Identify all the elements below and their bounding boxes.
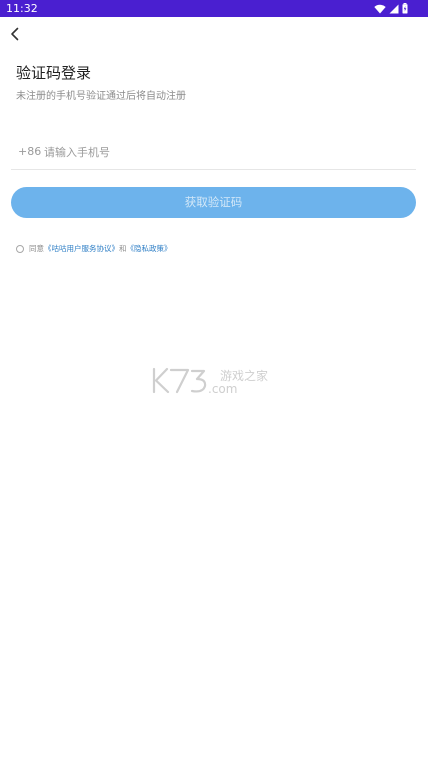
back-button[interactable]: [4, 24, 26, 46]
page-title: 验证码登录: [16, 64, 92, 82]
agree-radio[interactable]: [16, 245, 24, 253]
user-agreement-link[interactable]: 《咕咕用户服务协议》: [44, 243, 119, 255]
chevron-left-icon: [9, 26, 21, 45]
get-code-button[interactable]: 获取验证码: [11, 187, 416, 218]
country-code: +86: [18, 145, 42, 158]
cellular-signal-icon: [389, 4, 399, 14]
phone-input[interactable]: [44, 142, 404, 162]
wifi-icon: [374, 4, 386, 14]
watermark-site-text: 游戏之家: [220, 368, 268, 383]
phone-input-row: +86: [11, 136, 416, 170]
watermark-domain-text: .com: [208, 382, 237, 396]
privacy-policy-link[interactable]: 《隐私政策》: [127, 243, 172, 255]
battery-icon: [402, 3, 408, 14]
status-icons: [374, 2, 408, 15]
login-screen: 11:32 验证码登录 未注册的手机号验证通过后将自动注册 +86 请输入手机号…: [0, 0, 428, 761]
agree-prefix: 同意: [29, 244, 44, 253]
page-subtitle: 未注册的手机号验证通过后将自动注册: [16, 91, 186, 102]
watermark-logo: 游戏之家 .com: [150, 363, 280, 397]
status-time: 11:32: [6, 2, 38, 15]
agree-conjunction: 和: [119, 244, 127, 253]
agreement-row: 同意 《咕咕用户服务协议》 和 《隐私政策》: [16, 243, 172, 255]
status-bar: 11:32: [0, 0, 428, 17]
